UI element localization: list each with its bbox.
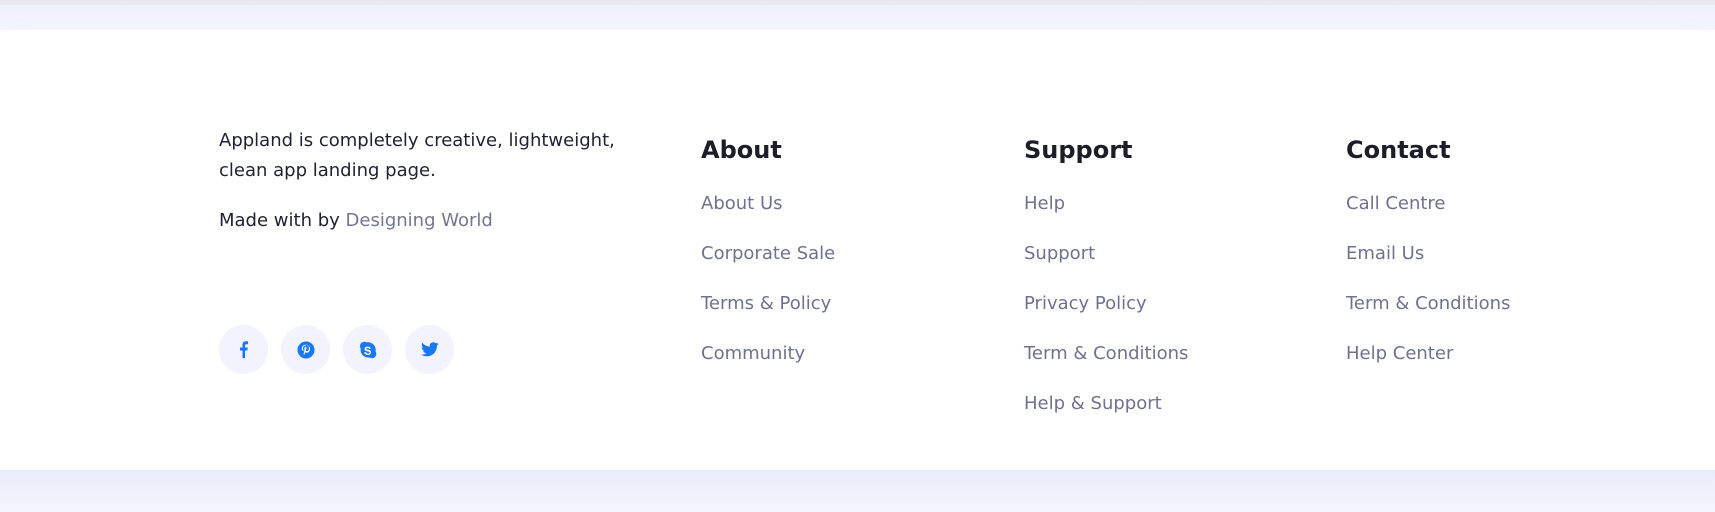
brand-description: Appland is completely creative, lightwei… (219, 130, 615, 181)
footer-link[interactable]: Terms & Policy (701, 292, 835, 316)
facebook-icon (240, 341, 248, 358)
bottom-band (0, 470, 1715, 512)
support-links: Help Support Privacy Policy Term & Condi… (1024, 192, 1188, 416)
footer-link[interactable]: Term & Conditions (1024, 342, 1188, 366)
footer-column-support: Support Help Support Privacy Policy Term… (1024, 134, 1188, 442)
footer-column-contact: Contact Call Centre Email Us Term & Cond… (1346, 134, 1510, 392)
footer-column-about: About About Us Corporate Sale Terms & Po… (701, 134, 835, 392)
author-link[interactable]: Designing World (346, 210, 493, 231)
footer-link[interactable]: Term & Conditions (1346, 292, 1510, 316)
about-heading: About (701, 136, 782, 164)
contact-links: Call Centre Email Us Term & Conditions H… (1346, 192, 1510, 366)
footer-link[interactable]: Support (1024, 242, 1188, 266)
site-footer: Appland is completely creative, lightwei… (0, 30, 1715, 470)
footer-link[interactable]: Help & Support (1024, 392, 1188, 416)
made-with-credit: Made with by Designing World (219, 206, 639, 236)
contact-heading: Contact (1346, 136, 1451, 164)
footer-link[interactable]: Call Centre (1346, 192, 1510, 216)
facebook-button[interactable] (219, 325, 268, 374)
footer-brand: Appland is completely creative, lightwei… (219, 126, 639, 374)
pinterest-button[interactable] (281, 325, 330, 374)
footer-link[interactable]: Help Center (1346, 342, 1510, 366)
made-with-prefix: Made with (219, 210, 318, 231)
footer-link[interactable]: Email Us (1346, 242, 1510, 266)
twitter-icon (420, 342, 439, 357)
made-with-by: by (317, 210, 346, 231)
pinterest-icon (297, 341, 314, 358)
footer-link[interactable]: Corporate Sale (701, 242, 835, 266)
skype-button[interactable] (343, 325, 392, 374)
about-links: About Us Corporate Sale Terms & Policy C… (701, 192, 835, 366)
twitter-button[interactable] (405, 325, 454, 374)
footer-link[interactable]: About Us (701, 192, 835, 216)
social-links (219, 325, 454, 374)
support-heading: Support (1024, 136, 1133, 164)
top-band (0, 5, 1715, 30)
skype-icon (359, 341, 376, 358)
footer-link[interactable]: Privacy Policy (1024, 292, 1188, 316)
footer-link[interactable]: Help (1024, 192, 1188, 216)
footer-link[interactable]: Community (701, 342, 835, 366)
